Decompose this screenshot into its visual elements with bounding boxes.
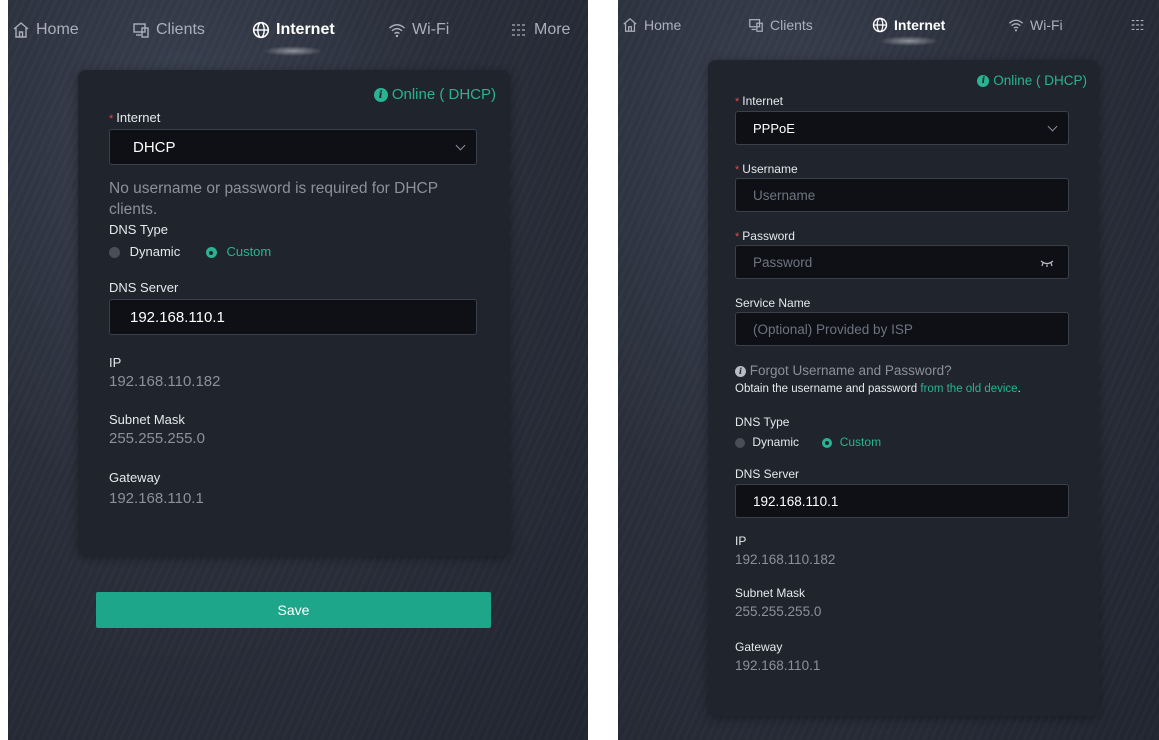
ip-label: IP: [735, 534, 747, 548]
internet-select-value: PPPoE: [753, 120, 795, 136]
dns-custom-radio[interactable]: Custom: [205, 244, 272, 259]
nav-home[interactable]: Home: [12, 0, 79, 60]
left-panel: Home Clients Internet Wi-Fi More i Onlin…: [8, 0, 588, 740]
home-icon: [13, 22, 29, 38]
nav-more-right[interactable]: [1130, 0, 1146, 50]
internet-label-right: * Internet: [735, 94, 783, 108]
subnet-mask-value: 255.255.255.0: [735, 604, 822, 619]
old-device-link[interactable]: from the old device: [920, 383, 1017, 395]
radio-on-icon: [822, 437, 833, 448]
nav-clients-label: Clients: [770, 17, 813, 33]
nav-wifi-label: Wi-Fi: [1030, 17, 1063, 33]
forgot-text: Obtain the username and password from th…: [735, 383, 1021, 395]
forgot-text-end: .: [1017, 383, 1021, 395]
more-icon: [1131, 19, 1145, 31]
status-badge: i Online ( DHCP): [373, 86, 496, 103]
nav-wifi-label: Wi-Fi: [412, 21, 450, 38]
service-name-input[interactable]: (Optional) Provided by ISP: [735, 312, 1069, 346]
internet-card: i Online ( DHCP) * Internet DHCP No usern…: [78, 70, 510, 556]
globe-icon: [872, 17, 888, 33]
eye-closed-icon[interactable]: [1040, 258, 1054, 268]
nav-internet-label: Internet: [276, 21, 335, 38]
wifi-icon: [389, 24, 405, 38]
nav-internet-label: Internet: [894, 17, 946, 33]
service-name-label: Service Name: [735, 296, 811, 310]
chevron-down-icon: [455, 140, 466, 151]
dns-dynamic-radio[interactable]: Dynamic: [735, 435, 799, 449]
top-nav-right: Home Clients Internet Wi-Fi: [618, 0, 1159, 50]
internet-label: * Internet: [109, 110, 161, 125]
forgot-text-body: Obtain the username and password: [735, 383, 918, 395]
username-input[interactable]: Username: [735, 178, 1069, 212]
internet-select-value: DHCP: [133, 138, 176, 156]
dns-dynamic-radio[interactable]: Dynamic: [109, 244, 180, 259]
nav-home-right[interactable]: Home: [622, 0, 681, 50]
password-label: * Password: [735, 229, 795, 243]
password-placeholder: Password: [753, 254, 813, 270]
ip-value: 192.168.110.182: [109, 373, 221, 390]
more-icon: [512, 24, 526, 36]
dns-custom-radio[interactable]: Custom: [822, 435, 881, 449]
nav-clients[interactable]: Clients: [132, 0, 205, 60]
nav-wifi-right[interactable]: Wi-Fi: [1008, 0, 1063, 50]
dns-server-input[interactable]: 192.168.110.1: [735, 484, 1069, 518]
gateway-value: 192.168.110.1: [735, 658, 821, 673]
internet-select[interactable]: DHCP: [109, 129, 477, 165]
info-icon: i: [735, 365, 746, 377]
dns-server-input[interactable]: 192.168.110.1: [109, 299, 477, 335]
dns-custom-label: Custom: [839, 435, 882, 449]
internet-select-right[interactable]: PPPoE: [735, 111, 1069, 145]
clients-icon: [749, 19, 763, 32]
subnet-mask-label: Subnet Mask: [109, 412, 185, 427]
dhcp-note: No username or password is required for …: [109, 180, 438, 218]
nav-home-label: Home: [36, 21, 79, 38]
radio-off-icon: [109, 247, 120, 259]
subnet-mask-value: 255.255.255.0: [109, 430, 205, 447]
nav-clients-right[interactable]: Clients: [748, 0, 813, 50]
nav-more-label: More: [534, 21, 571, 38]
password-input[interactable]: Password: [735, 245, 1069, 279]
nav-internet-right[interactable]: Internet: [872, 0, 945, 50]
info-icon: i: [373, 88, 388, 103]
subnet-mask-label: Subnet Mask: [735, 586, 806, 600]
save-button[interactable]: Save: [96, 592, 491, 628]
forgot-title: i Forgot Username and Password?: [735, 363, 952, 378]
dns-server-label: DNS Server: [735, 467, 800, 481]
username-label: * Username: [735, 162, 798, 176]
dns-dynamic-label: Dynamic: [129, 244, 181, 259]
ip-label: IP: [109, 355, 122, 370]
dns-custom-label: Custom: [226, 244, 272, 259]
status-text: Online ( DHCP): [993, 73, 1087, 88]
right-panel: Home Clients Internet Wi-Fi i Online ( D…: [618, 0, 1159, 740]
nav-clients-label: Clients: [156, 21, 205, 38]
wifi-icon: [1008, 19, 1024, 32]
status-badge-right: i Online ( DHCP): [977, 73, 1087, 88]
top-nav: Home Clients Internet Wi-Fi More: [8, 0, 588, 60]
dns-dynamic-label: Dynamic: [752, 435, 800, 449]
gateway-value: 192.168.110.1: [109, 490, 204, 507]
gateway-label: Gateway: [109, 470, 161, 485]
radio-on-icon: [205, 247, 217, 259]
dns-type-radios: Dynamic Custom: [735, 435, 881, 449]
ip-value: 192.168.110.182: [735, 552, 836, 567]
dns-type-label: DNS Type: [109, 222, 169, 237]
clients-icon: [133, 23, 149, 38]
chevron-down-icon: [1047, 121, 1058, 132]
internet-card-right: i Online ( DHCP) * Internet PPPoE * Userna…: [708, 60, 1099, 716]
nav-internet[interactable]: Internet: [252, 0, 335, 60]
dns-type-label: DNS Type: [735, 415, 790, 429]
home-icon: [623, 17, 637, 32]
globe-icon: [252, 21, 270, 39]
nav-wifi[interactable]: Wi-Fi: [388, 0, 449, 60]
nav-home-label: Home: [644, 17, 682, 33]
nav-more[interactable]: More: [510, 0, 570, 60]
forgot-title-text: Forgot Username and Password?: [749, 363, 952, 378]
radio-off-icon: [735, 437, 745, 448]
gateway-label: Gateway: [735, 640, 783, 654]
dns-server-label: DNS Server: [109, 280, 179, 295]
info-icon: i: [977, 75, 990, 88]
status-text: Online ( DHCP): [391, 86, 496, 103]
dns-type-radios: Dynamic Custom: [109, 244, 271, 259]
